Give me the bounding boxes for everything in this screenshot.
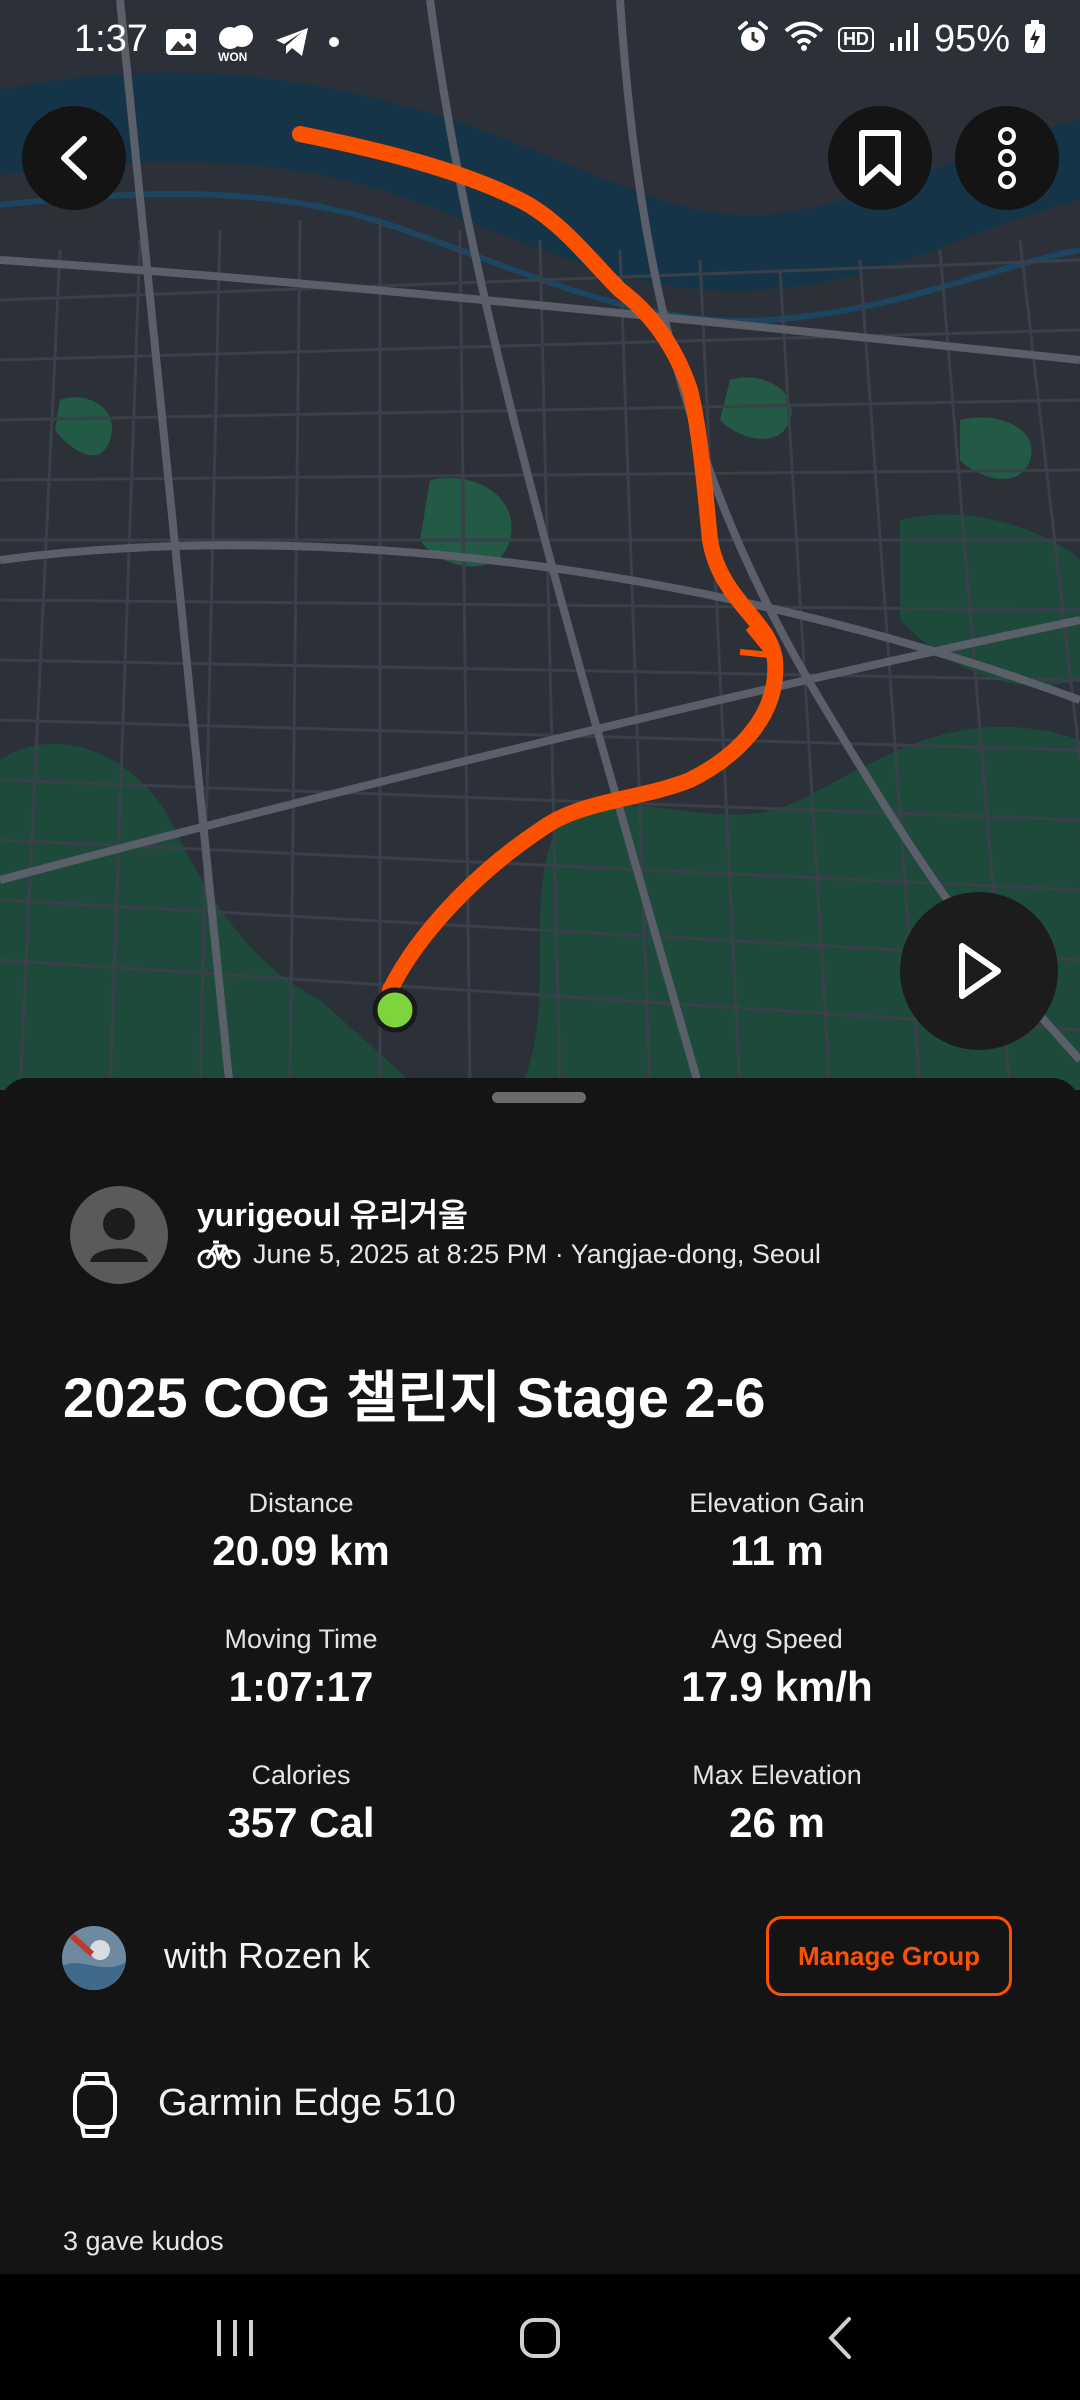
stat-value: 357 Cal: [227, 1799, 375, 1846]
stat-value: 11 m: [730, 1527, 824, 1574]
group-members-text[interactable]: with Rozen k: [164, 1935, 370, 1977]
signal-icon: [888, 21, 920, 58]
recents-icon: [217, 2320, 253, 2356]
stat-value: 17.9 km/h: [681, 1663, 873, 1710]
device-name: Garmin Edge 510: [158, 2082, 456, 2124]
stat-label: Calories: [251, 1760, 351, 1790]
recent-apps-button[interactable]: [200, 2308, 270, 2368]
watch-icon: [70, 2070, 120, 2140]
stat-value: 1:07:17: [228, 1663, 374, 1710]
status-time: 1:37: [74, 18, 148, 60]
stat-value: 20.09 km: [212, 1527, 390, 1574]
telegram-icon: [274, 26, 310, 63]
back-button[interactable]: [22, 106, 126, 210]
stat-value: 26 m: [729, 1799, 825, 1846]
chevron-left-icon: [61, 136, 87, 180]
bike-icon: [197, 1240, 241, 1269]
won-icon: WON: [216, 24, 256, 64]
more-vertical-icon: [998, 127, 1016, 189]
stat-avg-speed: Avg Speed 17.9 km/h: [567, 1624, 987, 1711]
gallery-icon: [164, 25, 198, 64]
athlete-avatar[interactable]: [70, 1186, 168, 1284]
stat-label: Moving Time: [224, 1624, 378, 1654]
sheet-drag-handle[interactable]: [492, 1092, 586, 1103]
bookmark-icon: [859, 130, 901, 186]
stat-distance: Distance 20.09 km: [91, 1488, 511, 1575]
hd-label: HD: [842, 29, 869, 49]
stat-label: Elevation Gain: [689, 1488, 865, 1518]
stat-label: Max Elevation: [692, 1760, 862, 1790]
wifi-icon: [784, 21, 824, 58]
bookmark-button[interactable]: [828, 106, 932, 210]
system-navigation-bar: [0, 2274, 1080, 2400]
status-system-icons: HD 95%: [736, 18, 1046, 61]
play-icon: [959, 943, 1001, 999]
home-icon: [520, 2318, 560, 2358]
person-icon: [90, 1208, 148, 1262]
won-label: WON: [218, 50, 248, 64]
activity-meta: June 5, 2025 at 8:25 PM · Yangjae-dong, …: [197, 1238, 821, 1270]
stat-max-elevation: Max Elevation 26 m: [567, 1760, 987, 1847]
stat-moving-time: Moving Time 1:07:17: [91, 1624, 511, 1711]
activity-title: 2025 COG 챌린지 Stage 2-6: [63, 1366, 766, 1429]
kudos-count[interactable]: 3 gave kudos: [63, 2226, 224, 2257]
home-button[interactable]: [500, 2308, 580, 2368]
activity-date-location: June 5, 2025 at 8:25 PM · Yangjae-dong, …: [253, 1238, 821, 1269]
athlete-name[interactable]: yurigeoul 유리거울: [197, 1190, 468, 1236]
stat-label: Distance: [248, 1488, 354, 1518]
dot-icon: [328, 35, 340, 53]
group-member-avatar[interactable]: [62, 1926, 126, 1990]
status-bar: 1:37 WON HD 95%: [0, 0, 1080, 90]
back-arrow-icon: [828, 2317, 851, 2359]
activity-details-sheet: yurigeoul 유리거울 June 5, 2025 at 8:25 PM ·…: [0, 1078, 1080, 2274]
manage-group-button[interactable]: Manage Group: [766, 1916, 1012, 1996]
stat-elevation-gain: Elevation Gain 11 m: [567, 1488, 987, 1575]
battery-charging-icon: [1024, 20, 1046, 59]
flyover-play-button[interactable]: [900, 892, 1058, 1050]
more-options-button[interactable]: [955, 106, 1059, 210]
stat-label: Avg Speed: [711, 1624, 843, 1654]
system-back-button[interactable]: [810, 2308, 870, 2368]
status-notification-icons: WON: [164, 24, 340, 64]
hd-icon: HD: [837, 27, 874, 52]
battery-percent: 95%: [933, 18, 1010, 60]
alarm-icon: [736, 20, 770, 59]
member-photo: [62, 1926, 126, 1990]
stat-calories: Calories 357 Cal: [91, 1760, 511, 1847]
